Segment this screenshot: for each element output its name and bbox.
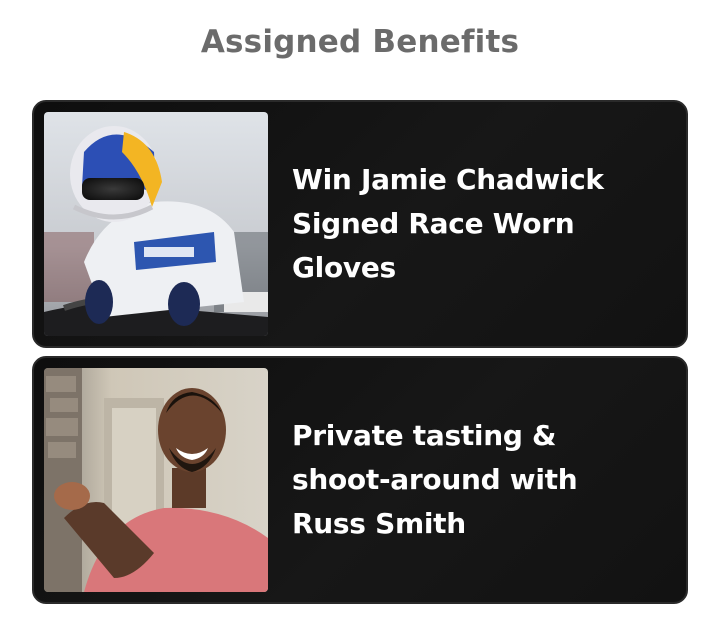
benefit-card-russ-smith[interactable]: Private tasting & shoot-around with Russ… (32, 356, 688, 604)
racing-driver-photo (44, 112, 268, 336)
benefit-title: Private tasting & shoot-around with Russ… (292, 419, 578, 540)
benefit-title: Win Jamie Chadwick Signed Race Worn Glov… (292, 163, 604, 284)
smiling-man-portrait-photo (44, 368, 268, 592)
benefit-card-chadwick-gloves[interactable]: Win Jamie Chadwick Signed Race Worn Glov… (32, 100, 688, 348)
page-title: Assigned Benefits (200, 24, 520, 60)
